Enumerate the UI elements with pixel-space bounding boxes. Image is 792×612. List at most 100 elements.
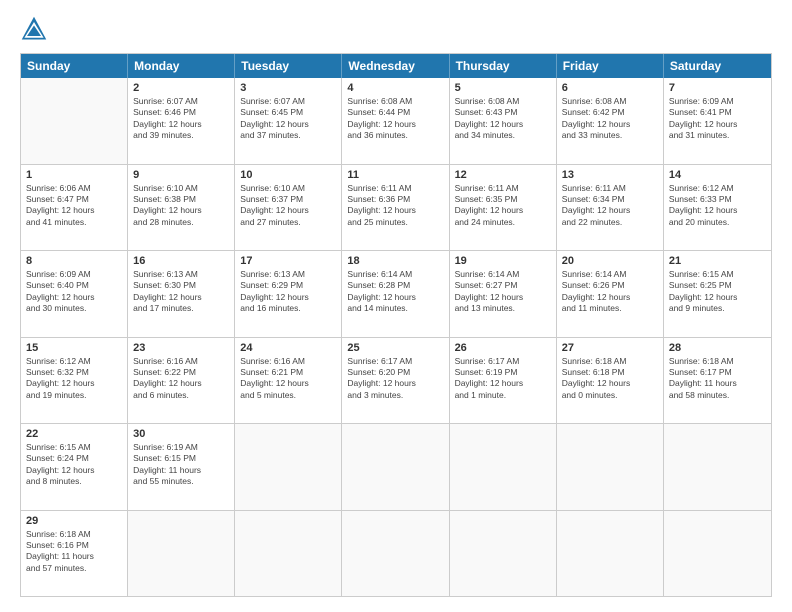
day-info: Sunrise: 6:11 AM Sunset: 6:36 PM Dayligh… bbox=[347, 183, 443, 229]
calendar-cell: 26 Sunrise: 6:17 AM Sunset: 6:19 PM Dayli… bbox=[450, 338, 557, 424]
calendar-cell: 28 Sunrise: 6:18 AM Sunset: 6:17 PM Dayli… bbox=[664, 338, 771, 424]
day-info: Sunrise: 6:07 AM Sunset: 6:46 PM Dayligh… bbox=[133, 96, 229, 142]
day-number: 28 bbox=[669, 342, 766, 354]
calendar-cell bbox=[342, 424, 449, 510]
calendar-cell bbox=[664, 511, 771, 597]
weekday-header-friday: Friday bbox=[557, 54, 664, 78]
day-number: 15 bbox=[26, 342, 122, 354]
calendar-cell: 1 Sunrise: 6:06 AM Sunset: 6:47 PM Daylig… bbox=[21, 165, 128, 251]
calendar-cell: 5 Sunrise: 6:08 AM Sunset: 6:43 PM Daylig… bbox=[450, 78, 557, 164]
day-number: 2 bbox=[133, 82, 229, 94]
day-number: 16 bbox=[133, 255, 229, 267]
calendar-cell: 17 Sunrise: 6:13 AM Sunset: 6:29 PM Dayli… bbox=[235, 251, 342, 337]
day-info: Sunrise: 6:12 AM Sunset: 6:32 PM Dayligh… bbox=[26, 356, 122, 402]
weekday-header-tuesday: Tuesday bbox=[235, 54, 342, 78]
calendar-cell bbox=[664, 424, 771, 510]
calendar-cell: 11 Sunrise: 6:11 AM Sunset: 6:36 PM Dayli… bbox=[342, 165, 449, 251]
calendar-cell: 30 Sunrise: 6:19 AM Sunset: 6:15 PM Dayli… bbox=[128, 424, 235, 510]
calendar-body: 2 Sunrise: 6:07 AM Sunset: 6:46 PM Daylig… bbox=[21, 78, 771, 596]
day-number: 1 bbox=[26, 169, 122, 181]
calendar-cell: 10Sunrise: 6:10 AM Sunset: 6:37 PM Dayli… bbox=[235, 165, 342, 251]
day-number: 5 bbox=[455, 82, 551, 94]
calendar-cell: 20Sunrise: 6:14 AM Sunset: 6:26 PM Dayli… bbox=[557, 251, 664, 337]
day-info: Sunrise: 6:15 AM Sunset: 6:24 PM Dayligh… bbox=[26, 442, 122, 488]
calendar-cell: 16 Sunrise: 6:13 AM Sunset: 6:30 PM Dayli… bbox=[128, 251, 235, 337]
calendar-cell bbox=[557, 424, 664, 510]
weekday-header-thursday: Thursday bbox=[450, 54, 557, 78]
calendar-cell: 19Sunrise: 6:14 AM Sunset: 6:27 PM Dayli… bbox=[450, 251, 557, 337]
day-info: Sunrise: 6:16 AM Sunset: 6:21 PM Dayligh… bbox=[240, 356, 336, 402]
day-info: Sunrise: 6:12 AM Sunset: 6:33 PM Dayligh… bbox=[669, 183, 766, 229]
day-info: Sunrise: 6:08 AM Sunset: 6:42 PM Dayligh… bbox=[562, 96, 658, 142]
calendar-week-2: 1 Sunrise: 6:06 AM Sunset: 6:47 PM Daylig… bbox=[21, 164, 771, 251]
calendar-header: SundayMondayTuesdayWednesdayThursdayFrid… bbox=[21, 54, 771, 78]
day-info: Sunrise: 6:07 AM Sunset: 6:45 PM Dayligh… bbox=[240, 96, 336, 142]
day-number: 27 bbox=[562, 342, 658, 354]
day-number: 13 bbox=[562, 169, 658, 181]
day-info: Sunrise: 6:09 AM Sunset: 6:40 PM Dayligh… bbox=[26, 269, 122, 315]
calendar-cell: 3Sunrise: 6:07 AM Sunset: 6:45 PM Daylig… bbox=[235, 78, 342, 164]
day-info: Sunrise: 6:14 AM Sunset: 6:27 PM Dayligh… bbox=[455, 269, 551, 315]
calendar-cell: 25Sunrise: 6:17 AM Sunset: 6:20 PM Dayli… bbox=[342, 338, 449, 424]
calendar-cell: 15 Sunrise: 6:12 AM Sunset: 6:32 PM Dayli… bbox=[21, 338, 128, 424]
calendar-cell: 13 Sunrise: 6:11 AM Sunset: 6:34 PM Dayli… bbox=[557, 165, 664, 251]
day-info: Sunrise: 6:18 AM Sunset: 6:17 PM Dayligh… bbox=[669, 356, 766, 402]
calendar-cell bbox=[342, 511, 449, 597]
day-number: 12 bbox=[455, 169, 551, 181]
calendar-cell: 14 Sunrise: 6:12 AM Sunset: 6:33 PM Dayli… bbox=[664, 165, 771, 251]
calendar-cell bbox=[235, 511, 342, 597]
day-info: Sunrise: 6:13 AM Sunset: 6:30 PM Dayligh… bbox=[133, 269, 229, 315]
day-number: 24 bbox=[240, 342, 336, 354]
weekday-header-monday: Monday bbox=[128, 54, 235, 78]
day-number: 14 bbox=[669, 169, 766, 181]
calendar-cell: 22Sunrise: 6:15 AM Sunset: 6:24 PM Dayli… bbox=[21, 424, 128, 510]
day-number: 11 bbox=[347, 169, 443, 181]
calendar-cell: 27Sunrise: 6:18 AM Sunset: 6:18 PM Dayli… bbox=[557, 338, 664, 424]
calendar: SundayMondayTuesdayWednesdayThursdayFrid… bbox=[20, 53, 772, 597]
day-number: 4 bbox=[347, 82, 443, 94]
weekday-header-sunday: Sunday bbox=[21, 54, 128, 78]
day-info: Sunrise: 6:16 AM Sunset: 6:22 PM Dayligh… bbox=[133, 356, 229, 402]
day-number: 10 bbox=[240, 169, 336, 181]
calendar-week-5: 22Sunrise: 6:15 AM Sunset: 6:24 PM Dayli… bbox=[21, 423, 771, 510]
calendar-cell: 4 Sunrise: 6:08 AM Sunset: 6:44 PM Daylig… bbox=[342, 78, 449, 164]
day-info: Sunrise: 6:13 AM Sunset: 6:29 PM Dayligh… bbox=[240, 269, 336, 315]
day-number: 21 bbox=[669, 255, 766, 267]
calendar-cell: 7Sunrise: 6:09 AM Sunset: 6:41 PM Daylig… bbox=[664, 78, 771, 164]
day-info: Sunrise: 6:11 AM Sunset: 6:34 PM Dayligh… bbox=[562, 183, 658, 229]
calendar-cell bbox=[450, 424, 557, 510]
day-number: 26 bbox=[455, 342, 551, 354]
day-number: 9 bbox=[133, 169, 229, 181]
day-info: Sunrise: 6:17 AM Sunset: 6:19 PM Dayligh… bbox=[455, 356, 551, 402]
day-number: 20 bbox=[562, 255, 658, 267]
day-number: 30 bbox=[133, 428, 229, 440]
day-number: 23 bbox=[133, 342, 229, 354]
day-number: 6 bbox=[562, 82, 658, 94]
calendar-cell bbox=[21, 78, 128, 164]
day-info: Sunrise: 6:08 AM Sunset: 6:43 PM Dayligh… bbox=[455, 96, 551, 142]
calendar-week-6: 29Sunrise: 6:18 AM Sunset: 6:16 PM Dayli… bbox=[21, 510, 771, 597]
calendar-cell: 12 Sunrise: 6:11 AM Sunset: 6:35 PM Dayli… bbox=[450, 165, 557, 251]
calendar-cell: 18Sunrise: 6:14 AM Sunset: 6:28 PM Dayli… bbox=[342, 251, 449, 337]
day-info: Sunrise: 6:19 AM Sunset: 6:15 PM Dayligh… bbox=[133, 442, 229, 488]
calendar-cell: 2 Sunrise: 6:07 AM Sunset: 6:46 PM Daylig… bbox=[128, 78, 235, 164]
day-number: 17 bbox=[240, 255, 336, 267]
calendar-week-4: 15 Sunrise: 6:12 AM Sunset: 6:32 PM Dayli… bbox=[21, 337, 771, 424]
day-info: Sunrise: 6:08 AM Sunset: 6:44 PM Dayligh… bbox=[347, 96, 443, 142]
calendar-cell: 23 Sunrise: 6:16 AM Sunset: 6:22 PM Dayli… bbox=[128, 338, 235, 424]
day-info: Sunrise: 6:06 AM Sunset: 6:47 PM Dayligh… bbox=[26, 183, 122, 229]
calendar-cell: 6 Sunrise: 6:08 AM Sunset: 6:42 PM Daylig… bbox=[557, 78, 664, 164]
page: SundayMondayTuesdayWednesdayThursdayFrid… bbox=[0, 0, 792, 612]
logo-icon bbox=[20, 15, 48, 43]
day-info: Sunrise: 6:09 AM Sunset: 6:41 PM Dayligh… bbox=[669, 96, 766, 142]
weekday-header-saturday: Saturday bbox=[664, 54, 771, 78]
calendar-cell bbox=[128, 511, 235, 597]
day-info: Sunrise: 6:18 AM Sunset: 6:16 PM Dayligh… bbox=[26, 529, 122, 575]
day-number: 18 bbox=[347, 255, 443, 267]
day-number: 25 bbox=[347, 342, 443, 354]
weekday-header-wednesday: Wednesday bbox=[342, 54, 449, 78]
day-info: Sunrise: 6:11 AM Sunset: 6:35 PM Dayligh… bbox=[455, 183, 551, 229]
calendar-cell: 29Sunrise: 6:18 AM Sunset: 6:16 PM Dayli… bbox=[21, 511, 128, 597]
day-number: 8 bbox=[26, 255, 122, 267]
calendar-cell bbox=[450, 511, 557, 597]
